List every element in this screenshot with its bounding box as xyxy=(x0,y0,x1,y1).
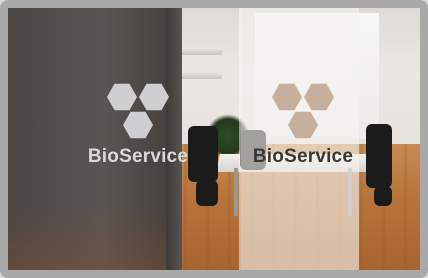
hexagon-icon xyxy=(139,83,169,111)
brand-name: BioService xyxy=(252,146,354,167)
table-leg xyxy=(234,168,238,216)
brand-name: BioService xyxy=(87,146,189,167)
hexagon-icon xyxy=(107,83,137,111)
dark-panel-reflection xyxy=(8,207,166,270)
office-chair xyxy=(366,124,392,188)
photo-frame: BioService BioService xyxy=(0,0,428,278)
office-chair-base xyxy=(196,180,218,206)
bioservice-logo-left: BioService xyxy=(78,82,198,168)
hexagon-icon xyxy=(123,111,153,139)
hexagon-logo-icon xyxy=(103,82,173,144)
hexagon-logo-icon xyxy=(268,82,338,144)
hexagon-icon xyxy=(304,83,334,111)
hexagon-icon xyxy=(272,83,302,111)
office-chair-base xyxy=(374,186,392,206)
bioservice-logo-right: BioService xyxy=(244,82,362,168)
hexagon-icon xyxy=(288,111,318,139)
